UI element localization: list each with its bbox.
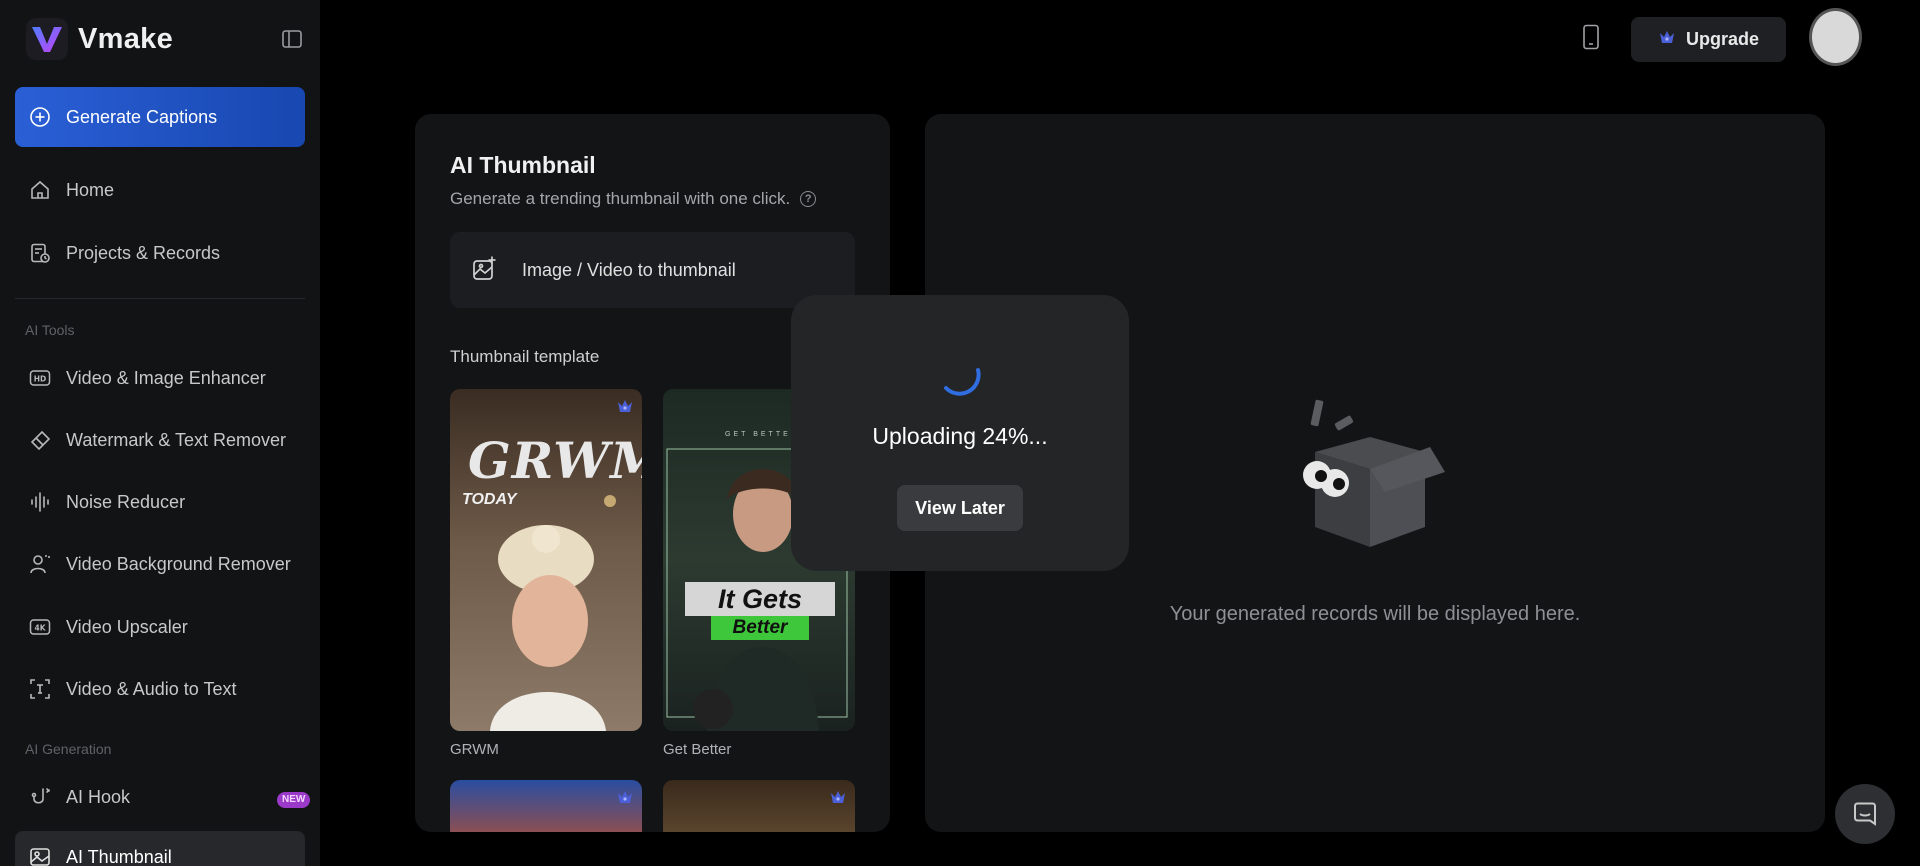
empty-box-illustration [1303, 399, 1445, 547]
sidebar-item-label: Video & Audio to Text [66, 678, 237, 699]
page-title: AI Thumbnail [450, 152, 596, 178]
upload-status-text: Uploading 24%... [872, 423, 1048, 449]
sidebar-divider [15, 298, 305, 299]
sidebar-item-label: Projects & Records [66, 242, 221, 263]
person-bg-icon [28, 552, 52, 576]
text-scan-icon [28, 677, 52, 701]
sidebar-item-label: Video Background Remover [66, 553, 291, 574]
sidebar-item-video-image-enhancer[interactable]: HD Video & Image Enhancer [15, 352, 305, 404]
help-icon[interactable]: ? [800, 191, 817, 207]
4k-icon: 4K [28, 615, 52, 639]
subtitle-text: Generate a trending thumbnail with one c… [450, 189, 791, 208]
sidebar: Vmake Generate Captions Home Projects & … [0, 0, 320, 866]
home-icon [28, 178, 52, 202]
sidebar-item-video-background-remover[interactable]: Video Background Remover [15, 538, 305, 590]
crown-icon [1658, 29, 1676, 50]
sidebar-item-watermark-text-remover[interactable]: Watermark & Text Remover [15, 414, 305, 466]
sidebar-item-noise-reducer[interactable]: Noise Reducer [15, 476, 305, 528]
hook-icon [28, 785, 52, 809]
mobile-app-icon[interactable] [1582, 24, 1600, 52]
waveform-icon [28, 490, 52, 514]
brand-logo[interactable]: Vmake [26, 18, 173, 60]
sidebar-item-video-upscaler[interactable]: 4K Video Upscaler [15, 601, 305, 653]
generate-captions-button[interactable]: Generate Captions [15, 87, 305, 147]
chat-icon [1854, 802, 1876, 826]
brand-name: Vmake [78, 22, 174, 55]
sidebar-item-label: Video & Image Enhancer [66, 367, 266, 388]
get-better-overlay-title: It Gets [685, 582, 835, 616]
image-video-to-thumbnail-label: Image / Video to thumbnail [522, 259, 736, 280]
template-name: Get Better [663, 741, 732, 758]
get-better-overlay-top: GET BETTER [725, 431, 799, 438]
ai-tools-section-label: AI Tools [25, 322, 75, 338]
records-icon [28, 241, 52, 265]
template-card-grwm[interactable]: GRWM TODAY [450, 389, 642, 731]
svg-text:4K: 4K [34, 624, 46, 633]
loading-spinner-icon [944, 368, 981, 396]
eraser-icon [28, 428, 52, 452]
sidebar-item-label: AI Hook [66, 786, 131, 807]
premium-crown-icon [831, 791, 845, 803]
sidebar-item-video-audio-to-text[interactable]: Video & Audio to Text [15, 663, 305, 715]
get-better-overlay-sub: Better [711, 616, 809, 640]
user-avatar[interactable] [1809, 8, 1862, 66]
page-subtitle: Generate a trending thumbnail with one c… [450, 189, 817, 209]
grwm-overlay-title: GRWM [468, 431, 642, 490]
ai-generation-section-label: AI Generation [25, 741, 112, 757]
sidebar-item-label: Home [66, 179, 115, 200]
premium-crown-icon [618, 791, 632, 803]
sidebar-item-label: Watermark & Text Remover [66, 429, 287, 450]
image-video-to-thumbnail-button[interactable]: Image / Video to thumbnail [450, 232, 855, 308]
sidebar-item-label: Video Upscaler [66, 616, 188, 637]
image-add-icon [472, 255, 498, 286]
grwm-overlay-sub: TODAY [462, 491, 517, 508]
svg-text:HD: HD [34, 375, 47, 384]
sidebar-toggle-icon[interactable] [280, 27, 304, 51]
sidebar-item-home[interactable]: Home [15, 164, 305, 216]
template-card-3[interactable] [450, 780, 642, 832]
logo-mark-icon [26, 18, 68, 60]
empty-records-text: Your generated records will be displayed… [1169, 603, 1581, 625]
sidebar-item-projects-records[interactable]: Projects & Records [15, 227, 305, 279]
view-later-button[interactable]: View Later [897, 485, 1023, 531]
thumbnail-icon [28, 845, 52, 866]
upgrade-button[interactable]: Upgrade [1631, 17, 1786, 62]
premium-crown-icon [618, 400, 632, 412]
sidebar-item-label: Noise Reducer [66, 491, 186, 512]
new-badge: NEW [277, 792, 311, 808]
hd-icon: HD [28, 366, 52, 390]
support-chat-button[interactable] [1835, 784, 1895, 844]
sidebar-item-label: AI Thumbnail [66, 846, 172, 866]
upgrade-label: Upgrade [1685, 29, 1759, 49]
sidebar-item-ai-thumbnail[interactable]: AI Thumbnail [15, 831, 305, 866]
upload-progress-modal: Uploading 24%... View Later [791, 295, 1129, 571]
thumbnail-template-label: Thumbnail template [450, 347, 600, 366]
generate-captions-label: Generate Captions [66, 106, 218, 127]
template-name: GRWM [450, 741, 499, 758]
sidebar-item-ai-hook[interactable]: AI Hook NEW [15, 771, 311, 823]
template-card-4[interactable] [663, 780, 855, 832]
plus-circle-icon [28, 105, 52, 129]
